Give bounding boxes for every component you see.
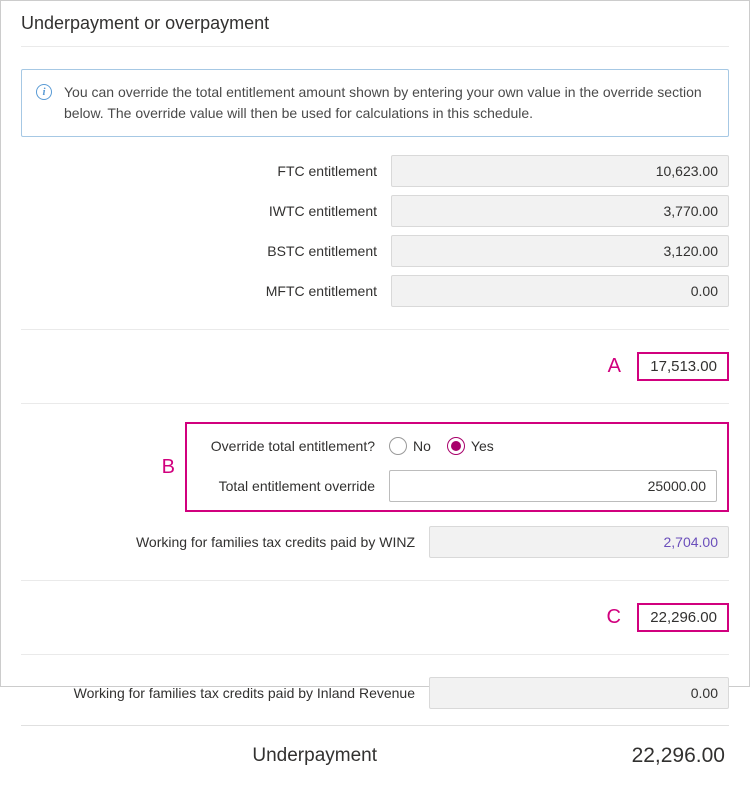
total-entitlement-row: A 17,513.00 <box>21 348 729 385</box>
row-winz: Working for families tax credits paid by… <box>21 522 729 562</box>
bstc-label: BSTC entitlement <box>21 242 391 261</box>
winz-label: Working for families tax credits paid by… <box>21 533 429 552</box>
info-callout: i You can override the total entitlement… <box>21 69 729 137</box>
ftc-label: FTC entitlement <box>21 162 391 181</box>
mftc-value: 0.00 <box>391 275 729 307</box>
row-iwtc: IWTC entitlement 3,770.00 <box>21 191 729 231</box>
annotation-c: C <box>607 606 623 629</box>
result-label: Underpayment <box>21 745 391 767</box>
subtotal-c-row: C 22,296.00 <box>21 599 729 636</box>
override-yes-label: Yes <box>471 438 494 454</box>
subtotal-c-value: 22,296.00 <box>637 603 729 632</box>
radio-icon <box>447 437 465 455</box>
override-no-label: No <box>413 438 431 454</box>
override-radio-no[interactable]: No <box>389 437 431 455</box>
row-mftc: MFTC entitlement 0.00 <box>21 271 729 311</box>
section-title: Underpayment or overpayment <box>21 1 729 47</box>
override-value-input[interactable] <box>389 470 717 502</box>
result-value: 22,296.00 <box>391 744 729 768</box>
result-row: Underpayment 22,296.00 <box>21 738 729 768</box>
mftc-label: MFTC entitlement <box>21 282 391 301</box>
ftc-value: 10,623.00 <box>391 155 729 187</box>
radio-icon <box>389 437 407 455</box>
iwtc-value: 3,770.00 <box>391 195 729 227</box>
ird-label: Working for families tax credits paid by… <box>21 684 429 703</box>
override-field-label: Total entitlement override <box>197 477 389 496</box>
winz-value[interactable]: 2,704.00 <box>429 526 729 558</box>
row-bstc: BSTC entitlement 3,120.00 <box>21 231 729 271</box>
iwtc-label: IWTC entitlement <box>21 202 391 221</box>
row-ird: Working for families tax credits paid by… <box>21 673 729 713</box>
override-question-label: Override total entitlement? <box>197 437 389 456</box>
bstc-value: 3,120.00 <box>391 235 729 267</box>
info-icon: i <box>36 84 52 100</box>
info-text: You can override the total entitlement a… <box>64 82 714 124</box>
annotation-a: A <box>608 355 623 378</box>
ird-value: 0.00 <box>429 677 729 709</box>
total-entitlement-value: 17,513.00 <box>637 352 729 381</box>
override-radio-yes[interactable]: Yes <box>447 437 494 455</box>
override-group: Override total entitlement? No Yes Total… <box>185 422 729 512</box>
override-radio-group: No Yes <box>389 430 494 462</box>
row-ftc: FTC entitlement 10,623.00 <box>21 151 729 191</box>
annotation-b: B <box>162 456 177 479</box>
